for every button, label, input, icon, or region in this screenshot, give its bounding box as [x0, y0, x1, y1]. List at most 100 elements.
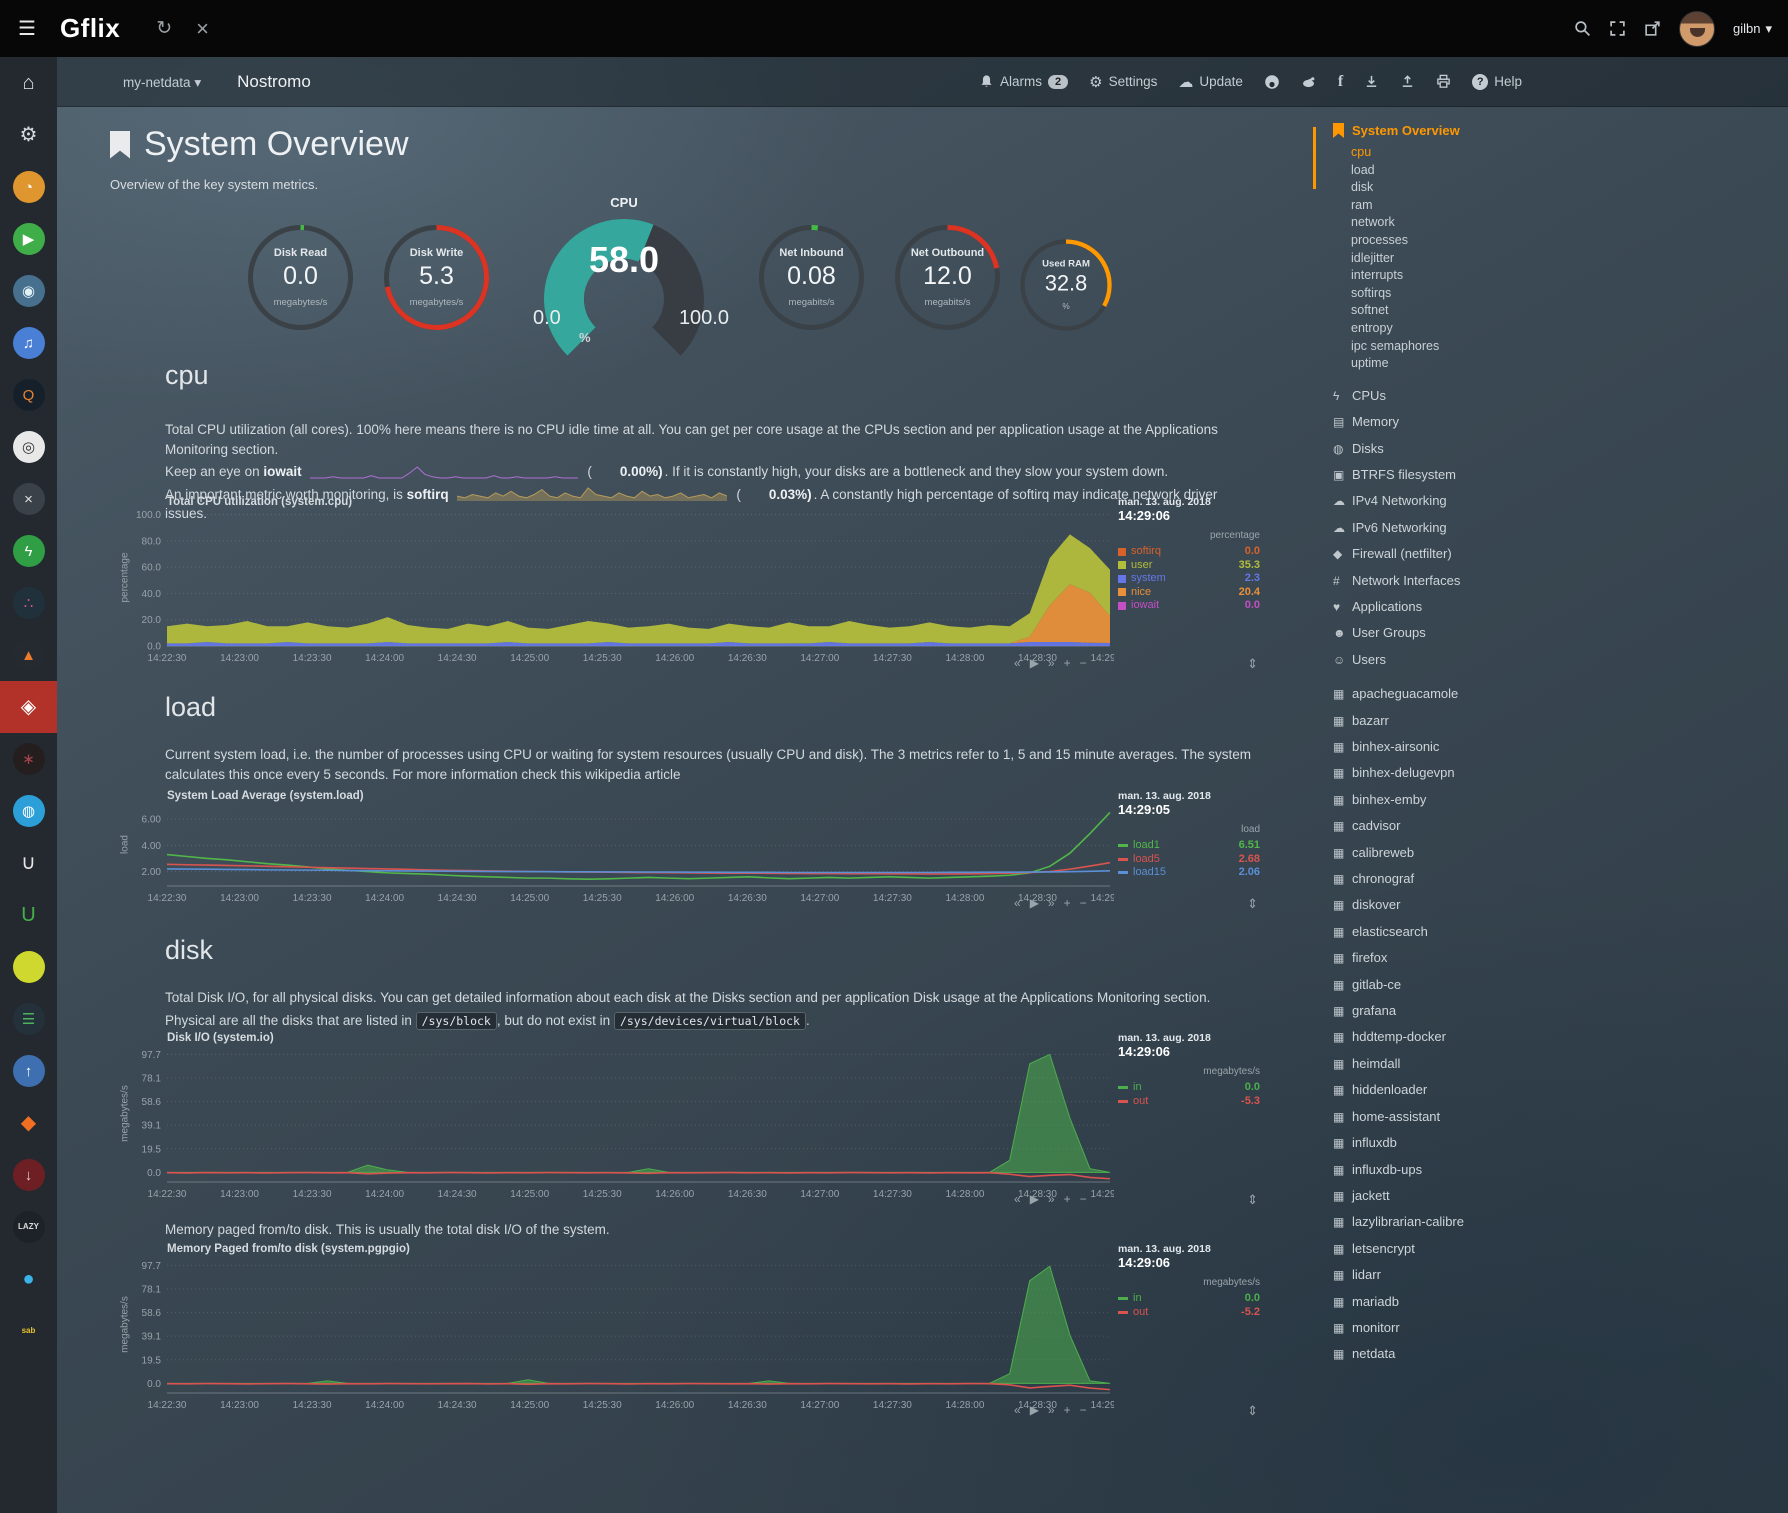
gauge-net-outbound[interactable]: Net Outbound12.0megabits/s	[890, 220, 1005, 335]
zoom-in-button[interactable]: +	[1064, 656, 1071, 670]
menu-app-hddtemp-docker[interactable]: ▦hddtemp-docker	[1333, 1024, 1563, 1050]
open-window-icon[interactable]	[1644, 20, 1661, 37]
sidebar-app-5[interactable]: Q	[0, 369, 57, 421]
menu-app-gitlab-ce[interactable]: ▦gitlab-ce	[1333, 972, 1563, 998]
menu-app-jackett[interactable]: ▦jackett	[1333, 1183, 1563, 1209]
skip-back-button[interactable]: «	[1014, 896, 1021, 910]
sidebar-app-10[interactable]: ▲	[0, 629, 57, 681]
sidebar-settings[interactable]: ⚙	[0, 109, 57, 161]
menu-app-elasticsearch[interactable]: ▦elasticsearch	[1333, 919, 1563, 945]
menu-section-cpus[interactable]: ϟCPUs	[1333, 383, 1563, 409]
menu-sub-idlejitter[interactable]: idlejitter	[1351, 250, 1563, 268]
menu-app-lazylibrarian-calibre[interactable]: ▦lazylibrarian-calibre	[1333, 1209, 1563, 1235]
menu-sub-softirqs[interactable]: softirqs	[1351, 285, 1563, 303]
load-chart[interactable]: System Load Average (system.load)load2.0…	[125, 790, 1260, 912]
menu-app-lidarr[interactable]: ▦lidarr	[1333, 1262, 1563, 1288]
zoom-in-button[interactable]: +	[1064, 896, 1071, 910]
menu-sub-softnet[interactable]: softnet	[1351, 302, 1563, 320]
menu-app-heimdall[interactable]: ▦heimdall	[1333, 1051, 1563, 1077]
menu-section-ipv6-networking[interactable]: ☁IPv6 Networking	[1333, 515, 1563, 541]
sidebar-app-6[interactable]: ◎	[0, 421, 57, 473]
update-button[interactable]: ☁ Update	[1178, 73, 1243, 91]
menu-sub-processes[interactable]: processes	[1351, 232, 1563, 250]
menu-app-cadvisor[interactable]: ▦cadvisor	[1333, 813, 1563, 839]
zoom-out-button[interactable]: −	[1080, 1192, 1087, 1206]
menu-app-firefox[interactable]: ▦firefox	[1333, 945, 1563, 971]
close-tab-icon[interactable]: ×	[196, 16, 209, 42]
sidebar-app-11[interactable]: ◈	[0, 681, 57, 733]
disk-io-chart[interactable]: Disk I/O (system.io)megabytes/s0.019.539…	[125, 1032, 1260, 1208]
menu-app-grafana[interactable]: ▦grafana	[1333, 998, 1563, 1024]
menu-app-calibreweb[interactable]: ▦calibreweb	[1333, 840, 1563, 866]
facebook-icon[interactable]: f	[1338, 73, 1343, 91]
refresh-icon[interactable]: ↻	[156, 17, 172, 40]
sidebar-app-22[interactable]: ●	[0, 1253, 57, 1305]
help-button[interactable]: ? Help	[1472, 74, 1522, 90]
menu-app-letsencrypt[interactable]: ▦letsencrypt	[1333, 1236, 1563, 1262]
print-icon[interactable]	[1436, 74, 1451, 89]
menu-app-bazarr[interactable]: ▦bazarr	[1333, 708, 1563, 734]
sidebar-home[interactable]: ⌂	[0, 57, 57, 109]
zoom-out-button[interactable]: −	[1080, 896, 1087, 910]
menu-app-diskover[interactable]: ▦diskover	[1333, 892, 1563, 918]
menu-section-users[interactable]: ☺Users	[1333, 647, 1563, 673]
section-heading-disk[interactable]: disk	[165, 935, 213, 966]
download-icon[interactable]	[1364, 74, 1379, 89]
menu-system-overview[interactable]: System Overview	[1333, 123, 1563, 138]
menu-section-disks[interactable]: ◍Disks	[1333, 436, 1563, 462]
sidebar-app-12[interactable]: ∗	[0, 733, 57, 785]
menu-app-netdata[interactable]: ▦netdata	[1333, 1341, 1563, 1367]
sidebar-app-3[interactable]: ◉	[0, 265, 57, 317]
user-menu[interactable]: gilbn ▾	[1733, 21, 1772, 37]
sidebar-app-17[interactable]: ☰	[0, 993, 57, 1045]
menu-section-btrfs-filesystem[interactable]: ▣BTRFS filesystem	[1333, 462, 1563, 488]
menu-app-chronograf[interactable]: ▦chronograf	[1333, 866, 1563, 892]
zoom-out-button[interactable]: −	[1080, 656, 1087, 670]
menu-section-network-interfaces[interactable]: #Network Interfaces	[1333, 568, 1563, 594]
gauge-net-inbound[interactable]: Net Inbound0.08megabits/s	[754, 220, 869, 335]
menu-app-binhex-airsonic[interactable]: ▦binhex-airsonic	[1333, 734, 1563, 760]
memory-paged-chart[interactable]: Memory Paged from/to disk (system.pgpgio…	[125, 1243, 1260, 1419]
menu-sub-ram[interactable]: ram	[1351, 197, 1563, 215]
gauge-used-ram[interactable]: Used RAM32.8%	[1016, 235, 1116, 335]
sidebar-app-13[interactable]: ◍	[0, 785, 57, 837]
play-button[interactable]: ▶	[1030, 1192, 1039, 1206]
skip-forward-button[interactable]: »	[1048, 1403, 1055, 1417]
menu-section-ipv4-networking[interactable]: ☁IPv4 Networking	[1333, 488, 1563, 514]
sidebar-app-18[interactable]: ↑	[0, 1045, 57, 1097]
avatar[interactable]	[1679, 11, 1715, 47]
menu-app-influxdb-ups[interactable]: ▦influxdb-ups	[1333, 1157, 1563, 1183]
fullscreen-icon[interactable]	[1609, 20, 1626, 37]
sidebar-app-7[interactable]: ×	[0, 473, 57, 525]
menu-app-home-assistant[interactable]: ▦home-assistant	[1333, 1104, 1563, 1130]
menu-app-hiddenloader[interactable]: ▦hiddenloader	[1333, 1077, 1563, 1103]
github-icon[interactable]	[1264, 74, 1280, 90]
settings-button[interactable]: ⚙ Settings	[1089, 73, 1157, 91]
play-button[interactable]: ▶	[1030, 1403, 1039, 1417]
menu-app-binhex-delugevpn[interactable]: ▦binhex-delugevpn	[1333, 760, 1563, 786]
host-selector[interactable]: my-netdata ▾	[123, 75, 201, 91]
sidebar-app-21[interactable]: LAZY	[0, 1201, 57, 1253]
menu-app-binhex-emby[interactable]: ▦binhex-emby	[1333, 787, 1563, 813]
sidebar-app-4[interactable]: ♫	[0, 317, 57, 369]
skip-forward-button[interactable]: »	[1048, 896, 1055, 910]
sidebar-app-14[interactable]: ∪	[0, 837, 57, 889]
menu-app-monitorr[interactable]: ▦monitorr	[1333, 1315, 1563, 1341]
gauge-cpu[interactable]: CPU58.00.0100.0%	[519, 197, 729, 367]
gauge-disk-write[interactable]: Disk Write5.3megabytes/s	[379, 220, 494, 335]
search-icon[interactable]	[1574, 20, 1591, 37]
sidebar-app-16[interactable]	[0, 941, 57, 993]
chart-resize-handle[interactable]: ⇕	[1247, 896, 1258, 912]
menu-app-influxdb[interactable]: ▦influxdb	[1333, 1130, 1563, 1156]
section-heading-load[interactable]: load	[165, 692, 216, 723]
menu-section-memory[interactable]: ▤Memory	[1333, 409, 1563, 435]
zoom-in-button[interactable]: +	[1064, 1192, 1071, 1206]
zoom-out-button[interactable]: −	[1080, 1403, 1087, 1417]
menu-app-mariadb[interactable]: ▦mariadb	[1333, 1289, 1563, 1315]
sidebar-app-23[interactable]: sab	[0, 1305, 57, 1357]
chart-resize-handle[interactable]: ⇕	[1247, 656, 1258, 672]
skip-forward-button[interactable]: »	[1048, 1192, 1055, 1206]
skip-back-button[interactable]: «	[1014, 1403, 1021, 1417]
menu-section-user-groups[interactable]: ☻User Groups	[1333, 620, 1563, 646]
iowait-sparkline[interactable]	[310, 465, 578, 478]
